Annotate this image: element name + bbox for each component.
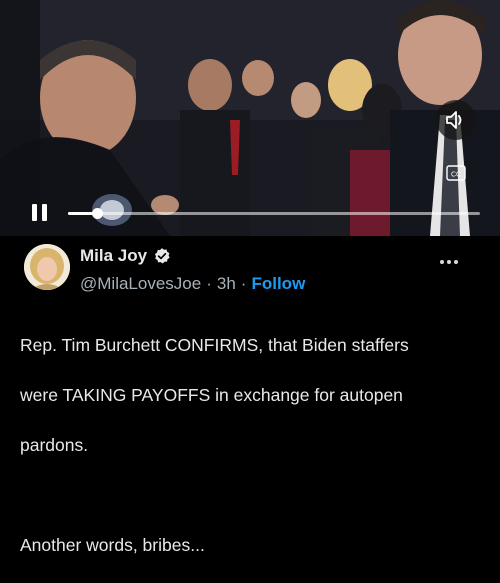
video-player[interactable]: CC	[0, 0, 500, 236]
separator: ·	[240, 274, 247, 293]
speaker-icon	[446, 111, 462, 129]
post-text-line: pardons.	[20, 435, 89, 455]
more-icon	[440, 260, 444, 264]
mute-toggle-button[interactable]	[436, 100, 476, 140]
more-options-button[interactable]	[440, 260, 458, 264]
post-text-line: Another words, bribes...	[20, 535, 205, 555]
separator: ·	[206, 274, 212, 293]
svg-text:CC: CC	[451, 172, 461, 179]
follow-button[interactable]: Follow	[251, 274, 305, 294]
captions-button[interactable]: CC	[446, 165, 466, 181]
closed-captions-icon: CC	[446, 165, 466, 181]
post: Mila Joy @MilaLovesJoe · 3h · Follow Rep…	[0, 236, 500, 555]
pause-icon	[32, 204, 37, 221]
post-text: Rep. Tim Burchett CONFIRMS, that Biden s…	[20, 308, 480, 583]
video-frame	[0, 0, 500, 236]
progress-knob[interactable]	[91, 208, 103, 219]
post-text-line: Rep. Tim Burchett CONFIRMS, that Biden s…	[20, 335, 409, 355]
post-time[interactable]: 3h	[217, 274, 236, 294]
pause-button[interactable]	[32, 204, 52, 226]
author-handle[interactable]: @MilaLovesJoe	[80, 274, 201, 294]
video-progress-bar[interactable]	[68, 208, 480, 219]
post-text-line: were TAKING PAYOFFS in exchange for auto…	[20, 385, 403, 405]
avatar[interactable]	[24, 244, 70, 290]
author-name[interactable]: Mila Joy	[80, 246, 147, 266]
verified-badge-icon	[155, 248, 170, 264]
